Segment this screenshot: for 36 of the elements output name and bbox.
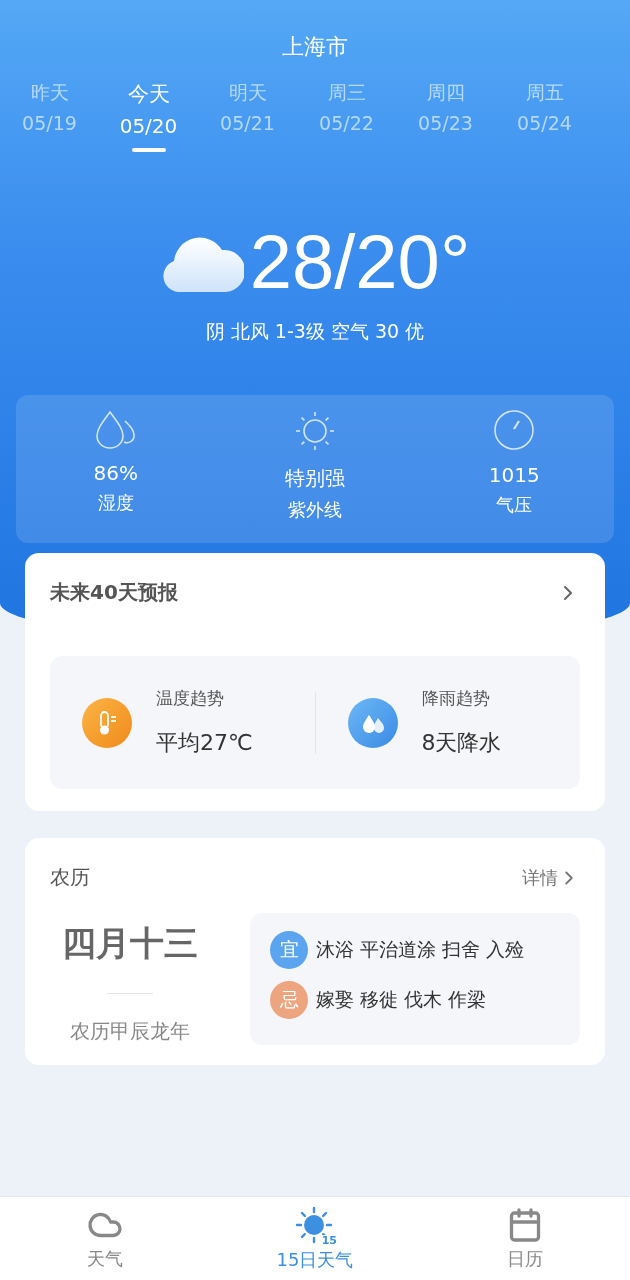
card-title: 未来40天预报 <box>50 579 178 606</box>
lunar-year: 农历甲辰龙年 <box>70 1018 190 1045</box>
stat-label: 紫外线 <box>288 498 342 522</box>
sun-icon <box>293 409 337 453</box>
almanac-items: 嫁娶 移徙 伐木 作梁 <box>316 987 487 1012</box>
stat-label: 气压 <box>496 493 533 517</box>
trend-value: 平均27℃ <box>156 729 253 757</box>
water-drops-icon <box>93 409 138 449</box>
lunar-date: 四月十三 <box>62 922 198 965</box>
stat-value: 1015 <box>488 463 540 487</box>
almanac-items: 沐浴 平治道涂 扫舍 入殓 <box>316 937 525 962</box>
trend-label: 降雨趋势 <box>421 687 491 710</box>
nav-tab[interactable]: 天气 <box>0 1197 210 1280</box>
calendar-icon <box>507 1206 543 1243</box>
nav-tab[interactable]: 15 15日天气 <box>210 1197 420 1280</box>
almanac-tag: 宜 <box>270 931 308 969</box>
thermometer-icon <box>82 697 132 748</box>
stat-value: 86% <box>93 461 138 485</box>
gauge-icon <box>493 409 536 451</box>
day-tab[interactable]: 周四 05/23 <box>396 80 495 152</box>
card-title: 农历 <box>50 864 90 891</box>
trend-label: 温度趋势 <box>156 687 225 710</box>
nav-tab[interactable]: 日历 <box>420 1197 630 1280</box>
day-tab[interactable]: 周五 05/24 <box>495 80 594 152</box>
almanac-tag: 忌 <box>270 981 308 1019</box>
day-tab[interactable]: 今天 05/20 <box>99 80 198 152</box>
stat-value: 特别强 <box>285 465 345 492</box>
details-link[interactable]: 详情 <box>522 865 580 890</box>
temperature-range: 28/20° <box>249 218 471 305</box>
day-tab[interactable]: 周三 05/22 <box>297 80 396 152</box>
day-tab[interactable]: 明天 05/21 <box>198 80 297 152</box>
weather-summary: 阴 北风 1-3级 空气 30 优 <box>205 319 425 344</box>
day-tab[interactable]: 昨天 05/19 <box>0 80 99 152</box>
stat-label: 湿度 <box>97 491 134 515</box>
city-title: 上海市 <box>282 33 348 61</box>
trend-value: 8天降水 <box>421 729 502 757</box>
